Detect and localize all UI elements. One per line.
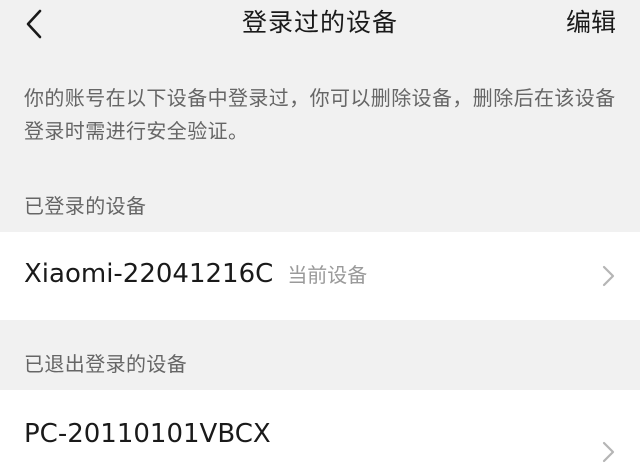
device-name: Xiaomi-22041216C [24,259,274,289]
page-title: 登录过的设备 [241,8,398,37]
device-row-logged-out[interactable]: PC-20110101VBCX [0,390,640,464]
logged-out-section-header: 已退出登录的设备 [24,352,188,376]
chevron-right-icon [602,441,615,463]
chevron-right-icon [602,265,615,287]
device-notice-text: 你的账号在以下设备中登录过，你可以删除设备，删除后在该设备登录时需进行安全验证。 [24,86,616,143]
logged-in-section-header: 已登录的设备 [24,194,147,218]
navigation-bar: 登录过的设备 编辑 [0,0,640,50]
device-name-wrapper: Xiaomi-22041216C 当前设备 [24,259,367,289]
device-name: PC-20110101VBCX [24,419,271,449]
edit-button[interactable]: 编辑 [566,0,616,46]
current-device-badge: 当前设备 [287,263,368,287]
device-row-current[interactable]: Xiaomi-22041216C 当前设备 [0,232,640,320]
